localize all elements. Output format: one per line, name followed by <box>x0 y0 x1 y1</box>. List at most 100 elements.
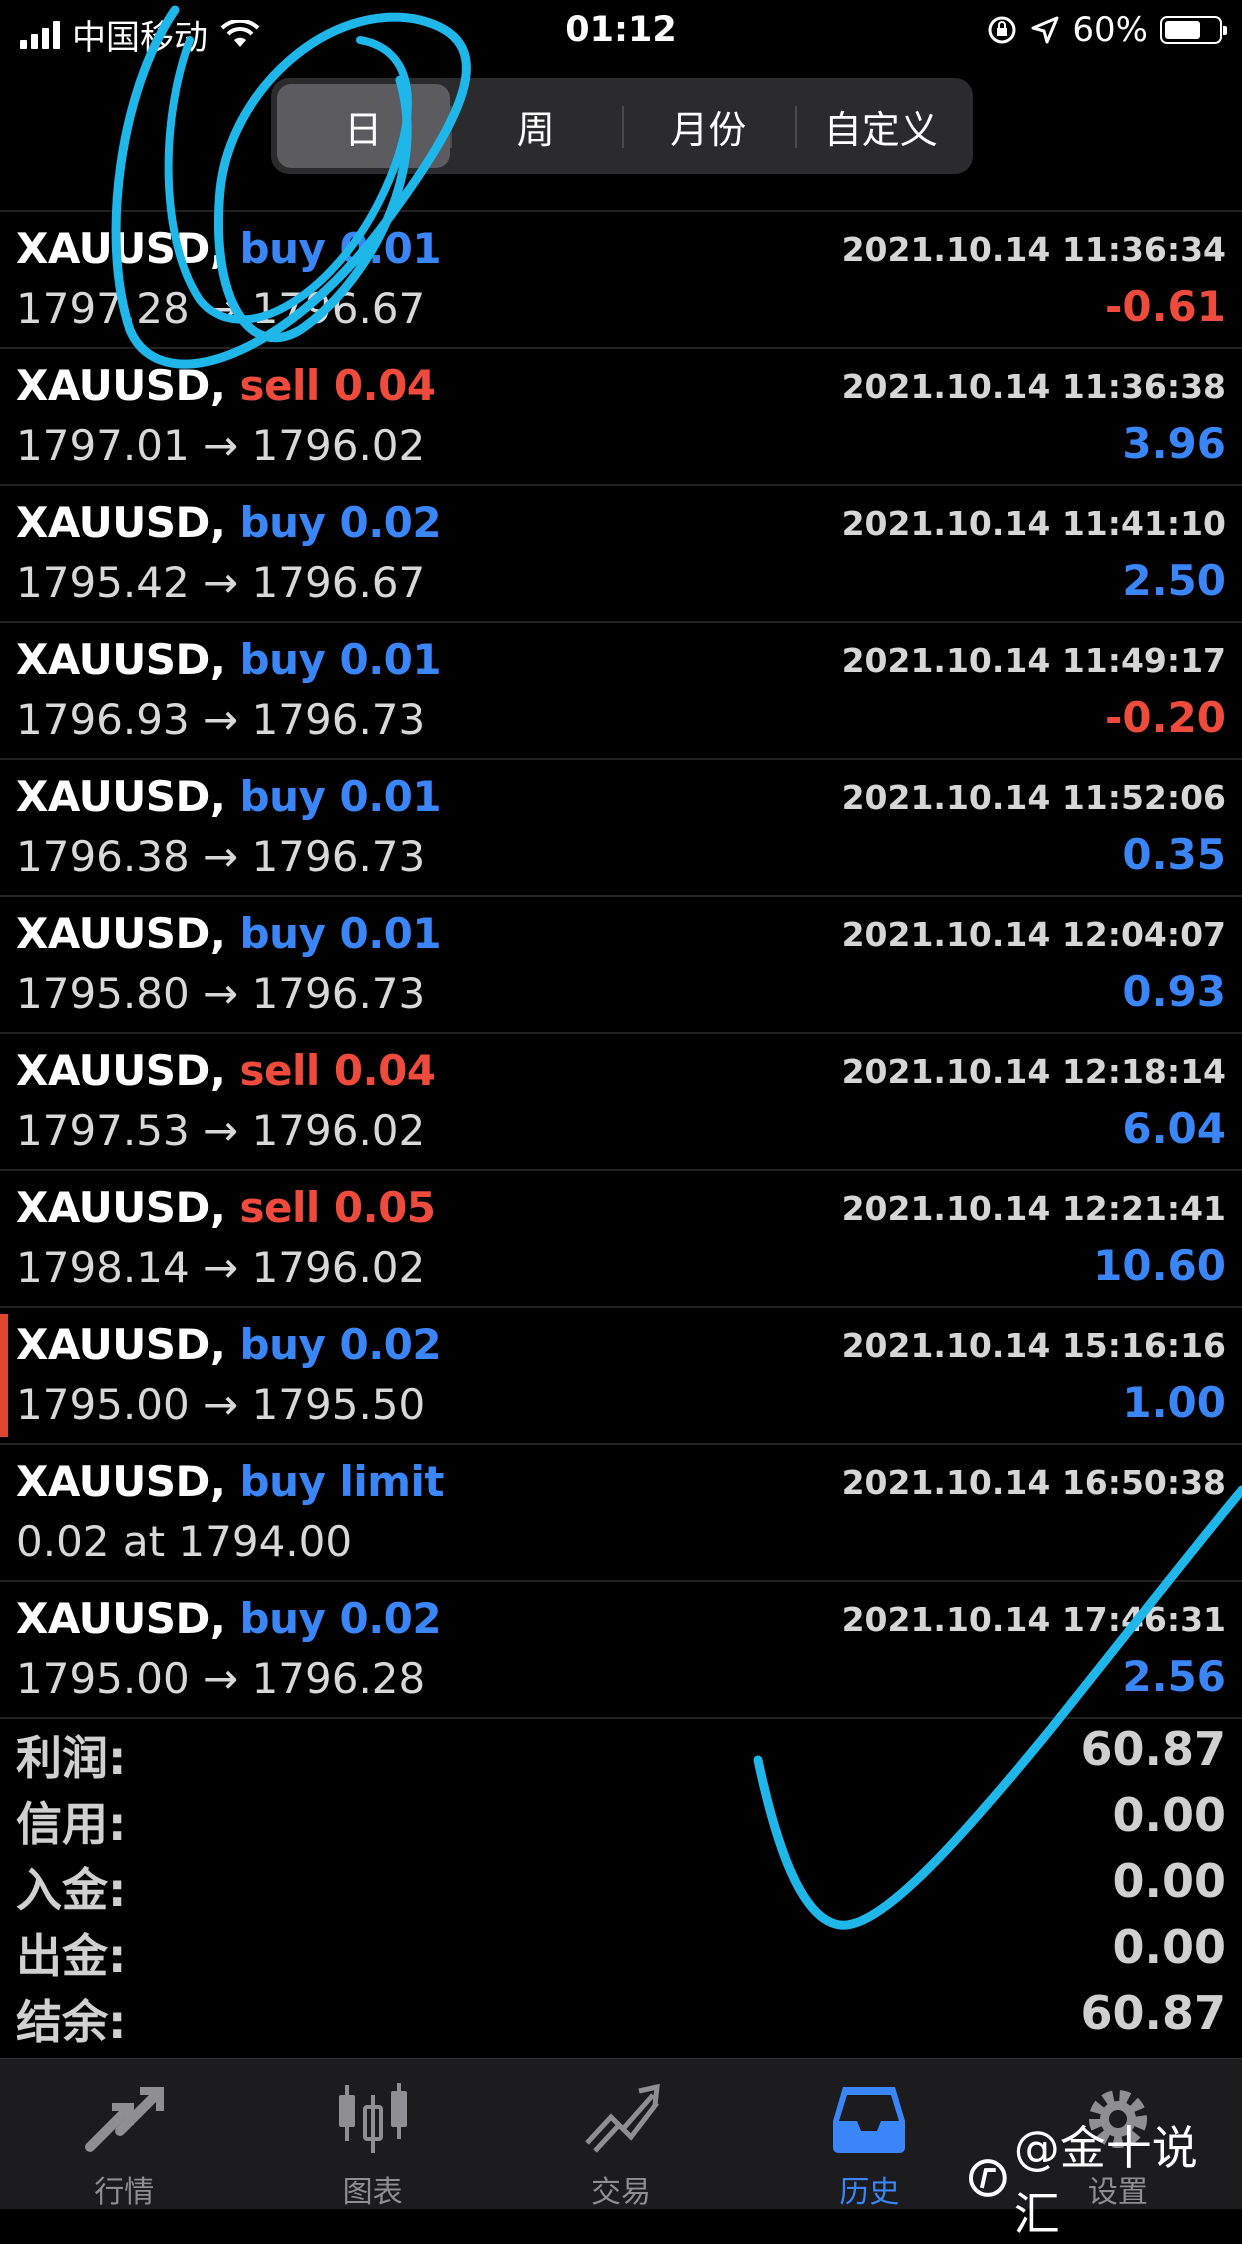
summary-label: 结余: <box>16 1995 127 2049</box>
history-inbox-icon <box>833 2087 906 2153</box>
trade-symbol: XAUUSD, <box>16 635 226 684</box>
trade-symbol: XAUUSD, <box>16 1594 226 1643</box>
trade-time: 2021.10.14 16:50:38 <box>841 1463 1226 1502</box>
trade-time: 2021.10.14 11:36:34 <box>841 230 1226 269</box>
trade-row[interactable]: XAUUSD, sell 0.04 1797.01 → 1796.02 2021… <box>0 349 1242 486</box>
tab-label: 历史 <box>839 2175 900 2210</box>
tab-charts[interactable]: 图表 <box>248 2059 496 2210</box>
trade-side: buy 0.02 <box>239 1320 442 1369</box>
summary-withdrawal: 出金: 0.00 <box>0 1916 1242 1983</box>
trade-time: 2021.10.14 11:49:17 <box>841 641 1226 680</box>
trade-row[interactable]: XAUUSD, sell 0.04 1797.53 → 1796.02 2021… <box>0 1034 1242 1171</box>
tab-quotes[interactable]: 行情 <box>0 2059 248 2210</box>
summary-balance: 结余: 60.87 <box>0 1982 1242 2049</box>
trade-symbol: XAUUSD, <box>16 1320 226 1369</box>
trade-row[interactable]: XAUUSD, buy 0.02 1795.00 → 1795.50 2021.… <box>0 1308 1242 1445</box>
candlestick-chart-icon <box>338 2083 407 2153</box>
trade-profit: 1.00 <box>1122 1378 1226 1427</box>
trade-time: 2021.10.14 12:18:14 <box>841 1052 1226 1091</box>
trade-price: 1798.14 → 1796.02 <box>16 1243 426 1292</box>
trade-side: sell 0.04 <box>239 361 437 410</box>
trade-time: 2021.10.14 11:52:06 <box>841 778 1226 817</box>
weibo-logo-icon <box>968 2159 1007 2197</box>
trade-symbol: XAUUSD, <box>16 1046 226 1095</box>
trade-side: buy 0.01 <box>239 224 442 273</box>
watermark: @金十说汇 <box>968 2112 1242 2244</box>
trade-row[interactable]: XAUUSD, buy 0.01 1796.38 → 1796.73 2021.… <box>0 760 1242 897</box>
trade-price: 1795.80 → 1796.73 <box>16 969 426 1018</box>
trade-profit: 2.50 <box>1122 556 1226 605</box>
trade-symbol: XAUUSD, <box>16 909 226 958</box>
trade-row[interactable]: XAUUSD, buy 0.01 1796.93 → 1796.73 2021.… <box>0 623 1242 760</box>
trade-time: 2021.10.14 12:21:41 <box>841 1189 1226 1228</box>
trade-side: sell 0.05 <box>239 1183 437 1232</box>
trade-profit: 6.04 <box>1122 1104 1226 1153</box>
trade-symbol: XAUUSD, <box>16 772 226 821</box>
trade-time: 2021.10.14 11:41:10 <box>841 504 1226 543</box>
summary-value: 60.87 <box>1080 1986 1226 2040</box>
summary-value: 0.00 <box>1112 1920 1227 1974</box>
trade-symbol: XAUUSD, <box>16 498 226 547</box>
trade-price: 1795.00 → 1796.28 <box>16 1654 426 1703</box>
period-tab-week[interactable]: 周 <box>449 84 623 168</box>
tab-trade[interactable]: 交易 <box>497 2059 745 2210</box>
summary-value: 0.00 <box>1112 1788 1227 1842</box>
period-tab-custom[interactable]: 自定义 <box>794 84 968 168</box>
trade-symbol: XAUUSD, <box>16 1183 226 1232</box>
trade-side: sell 0.04 <box>239 1046 437 1095</box>
trade-price: 1797.53 → 1796.02 <box>16 1106 426 1155</box>
summary-label: 入金: <box>16 1863 127 1917</box>
trade-price: 1796.93 → 1796.73 <box>16 695 426 744</box>
trade-price: 0.02 at 1794.00 <box>16 1517 353 1566</box>
trade-side: buy limit <box>239 1457 445 1506</box>
trade-symbol: XAUUSD, <box>16 361 226 410</box>
trade-row[interactable]: XAUUSD, buy 0.02 1795.00 → 1796.28 2021.… <box>0 1582 1242 1719</box>
trade-history-list: XAUUSD, buy 0.01 1797.28 → 1796.67 2021.… <box>0 210 1242 1719</box>
trade-profit: 3.96 <box>1122 419 1226 468</box>
summary-deposit: 入金: 0.00 <box>0 1850 1242 1917</box>
rotation-lock-icon <box>988 16 1016 44</box>
summary-profit: 利润: 60.87 <box>0 1718 1242 1785</box>
trade-side: buy 0.01 <box>239 635 442 684</box>
battery-percent: 60% <box>1072 10 1148 50</box>
trade-time: 2021.10.14 15:16:16 <box>841 1326 1226 1365</box>
trade-profit: 0.35 <box>1122 830 1226 879</box>
location-arrow-icon <box>1031 16 1059 44</box>
summary-label: 利润: <box>16 1731 127 1785</box>
tab-history[interactable]: 历史 <box>745 2059 993 2210</box>
period-tab-day[interactable]: 日 <box>277 84 450 168</box>
trade-time: 2021.10.14 17:46:31 <box>841 1600 1226 1639</box>
watermark-text: @金十说汇 <box>1013 2121 1198 2241</box>
trade-row[interactable]: XAUUSD, buy 0.01 1795.80 → 1796.73 2021.… <box>0 897 1242 1034</box>
period-segmented-control: 日 周 月份 自定义 <box>271 78 973 174</box>
period-tab-month[interactable]: 月份 <box>622 84 795 168</box>
trade-profit: 2.56 <box>1122 1652 1226 1701</box>
trade-row[interactable]: XAUUSD, sell 0.05 1798.14 → 1796.02 2021… <box>0 1171 1242 1308</box>
tab-label: 图表 <box>342 2175 403 2210</box>
summary-value: 0.00 <box>1112 1854 1227 1908</box>
status-right: 60% <box>986 10 1227 50</box>
quotes-arrows-icon <box>85 2087 165 2152</box>
summary-credit: 信用: 0.00 <box>0 1784 1242 1851</box>
trade-side: buy 0.02 <box>239 1594 442 1643</box>
trade-row[interactable]: XAUUSD, buy 0.01 1797.28 → 1796.67 2021.… <box>0 210 1242 349</box>
trade-price: 1796.38 → 1796.73 <box>16 832 426 881</box>
trade-row[interactable]: XAUUSD, buy 0.02 1795.42 → 1796.67 2021.… <box>0 486 1242 623</box>
trade-price: 1795.42 → 1796.67 <box>16 558 426 607</box>
battery-icon <box>1160 16 1227 44</box>
status-bar: 中国移动 01:12 60% <box>0 0 1242 64</box>
trade-profit: -0.61 <box>1104 282 1226 331</box>
trade-side: buy 0.02 <box>239 498 442 547</box>
trade-profit: 0.93 <box>1122 967 1226 1016</box>
trade-price: 1797.01 → 1796.02 <box>16 421 426 470</box>
summary-label: 出金: <box>16 1929 127 1983</box>
order-row[interactable]: XAUUSD, buy limit 0.02 at 1794.00 2021.1… <box>0 1445 1242 1582</box>
trade-symbol: XAUUSD, <box>16 1457 226 1506</box>
trade-profit: 10.60 <box>1093 1241 1226 1290</box>
trade-time: 2021.10.14 12:04:07 <box>841 915 1226 954</box>
summary-value: 60.87 <box>1080 1722 1226 1776</box>
trade-side: buy 0.01 <box>239 772 442 821</box>
trade-price: 1795.00 → 1795.50 <box>16 1380 426 1429</box>
trade-symbol: XAUUSD, <box>16 224 226 273</box>
tab-label: 交易 <box>591 2175 652 2210</box>
